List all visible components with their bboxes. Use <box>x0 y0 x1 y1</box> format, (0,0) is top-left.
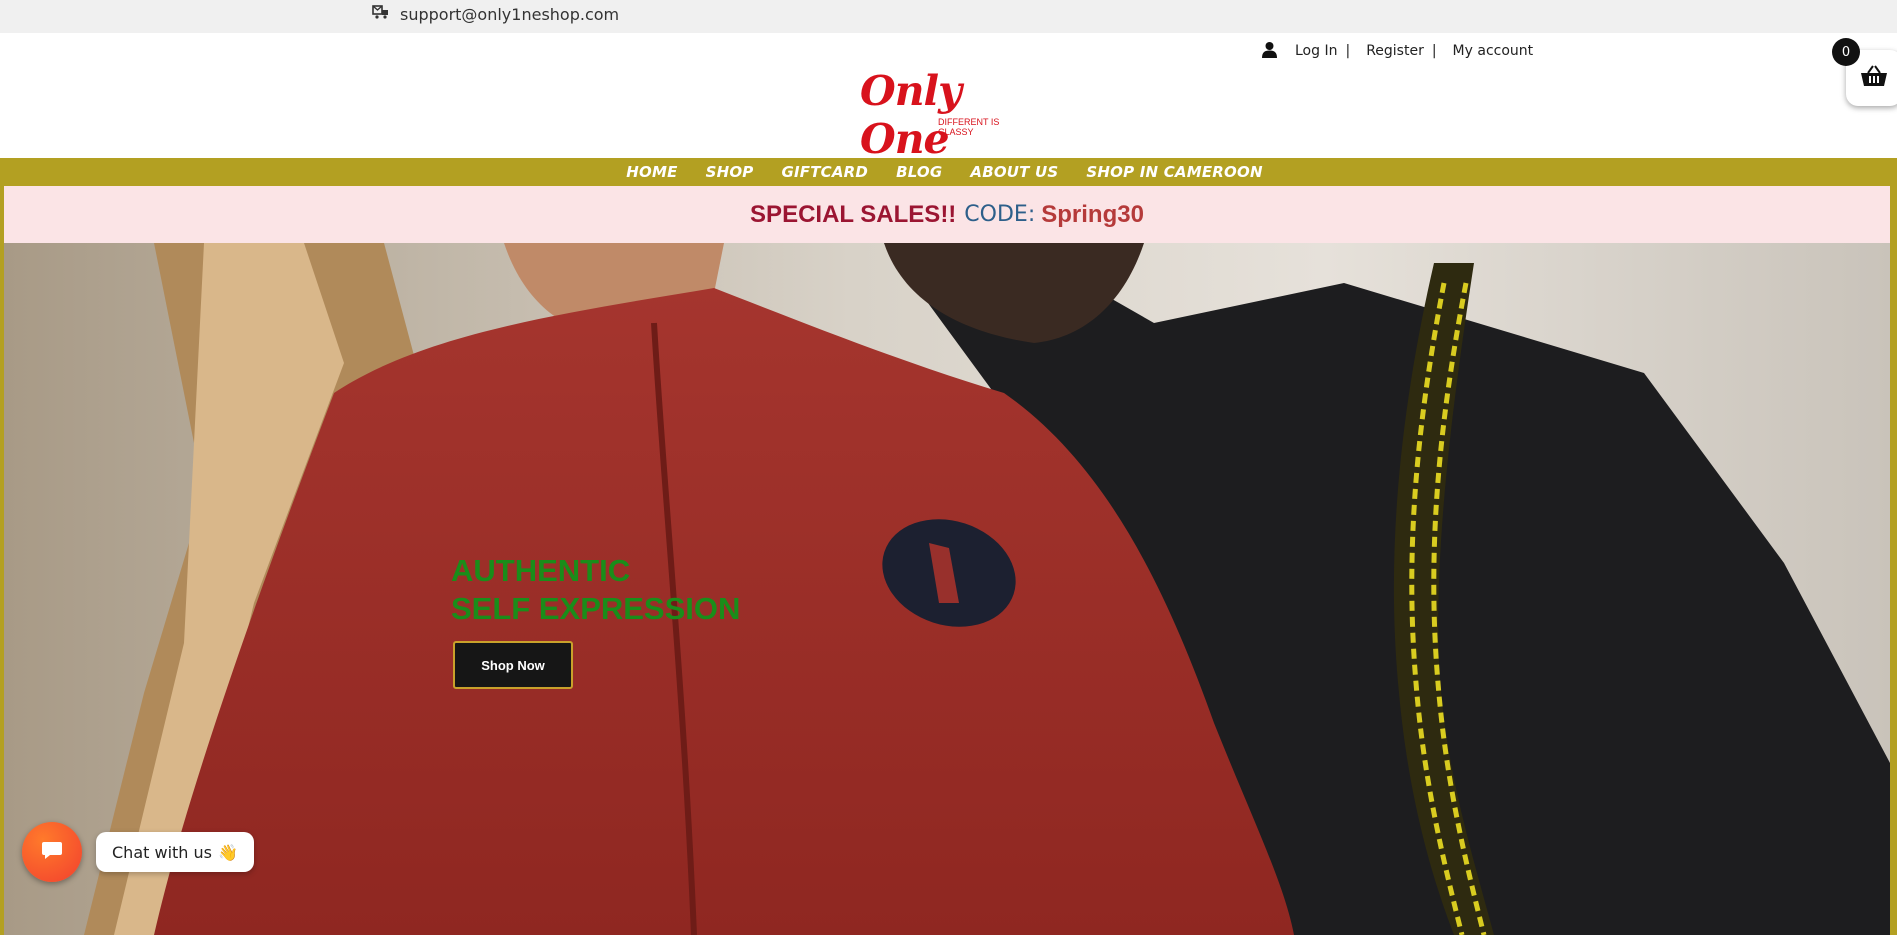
logo-tagline: DIFFERENT IS CLASSY <box>938 117 1000 137</box>
login-link[interactable]: Log In <box>1295 43 1337 59</box>
cart-count-badge: 0 <box>1832 38 1860 66</box>
basket-icon <box>1860 64 1888 93</box>
nav-shop-in-cameroon[interactable]: SHOP IN CAMEROON <box>1086 163 1262 181</box>
hero-banner: AUTHENTIC SELF EXPRESSION Shop Now <box>4 243 1890 935</box>
hero-title-line-2: SELF EXPRESSION <box>451 591 741 626</box>
shop-now-button[interactable]: Shop Now <box>453 641 573 689</box>
separator: | <box>1431 43 1437 59</box>
chat-launcher-button[interactable] <box>22 822 82 882</box>
promo-code: Spring30 <box>1041 200 1144 228</box>
hero-title: AUTHENTIC SELF EXPRESSION <box>451 552 740 628</box>
chat-prompt-text: Chat with us <box>112 842 212 862</box>
user-icon[interactable] <box>1262 41 1277 62</box>
separator: | <box>1345 43 1351 59</box>
nav-blog[interactable]: BLOG <box>896 163 942 181</box>
main-nav: HOME SHOP GIFTCARD BLOG ABOUT US SHOP IN… <box>0 158 1897 186</box>
chat-bubble-icon <box>41 840 63 865</box>
support-email: support@only1neshop.com <box>400 4 620 24</box>
logo-text: Only One <box>860 67 962 163</box>
nav-home[interactable]: HOME <box>626 163 677 181</box>
hero-title-line-1: AUTHENTIC <box>451 553 631 588</box>
promo-code-label: CODE: <box>964 202 1036 227</box>
envelope-truck-icon <box>372 4 390 24</box>
nav-giftcard[interactable]: GIFTCARD <box>781 163 868 181</box>
register-link[interactable]: Register <box>1366 43 1424 59</box>
promo-headline: SPECIAL SALES!! <box>750 200 957 228</box>
waving-hand-icon: 👋 <box>217 842 238 862</box>
support-email-link[interactable]: support@only1neshop.com <box>372 3 619 25</box>
my-account-link[interactable]: My account <box>1453 43 1534 59</box>
account-links: Log In | Register | My account <box>1262 41 1533 61</box>
nav-shop[interactable]: SHOP <box>706 163 754 181</box>
hero-photo <box>4 243 1890 935</box>
promo-banner: SPECIAL SALES!! CODE: Spring30 <box>4 186 1890 243</box>
site-header: Log In | Register | My account Only One … <box>0 33 1897 163</box>
nav-about-us[interactable]: ABOUT US <box>970 163 1058 181</box>
top-bar: support@only1neshop.com <box>0 0 1897 33</box>
chat-prompt[interactable]: Chat with us 👋 <box>96 832 254 872</box>
site-logo[interactable]: Only One DIFFERENT IS CLASSY <box>860 67 1035 163</box>
